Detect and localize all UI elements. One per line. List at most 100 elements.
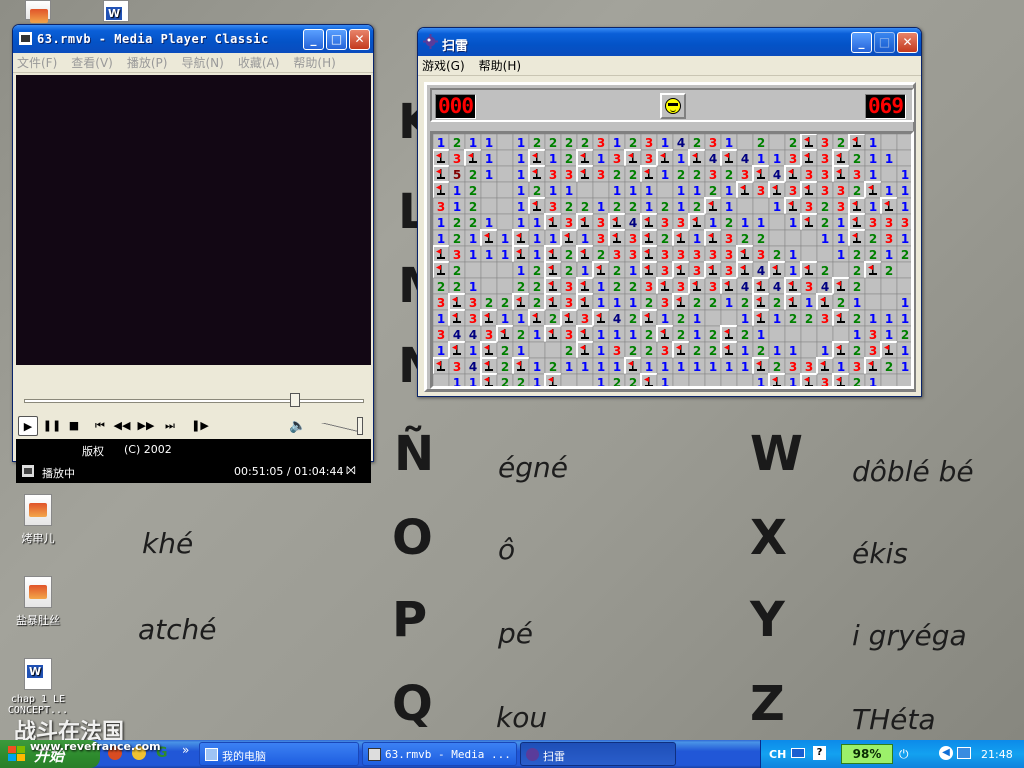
minefield-cell[interactable]: 1 — [512, 181, 530, 199]
minefield-cell[interactable]: 2 — [704, 325, 722, 343]
flagged-cell[interactable] — [640, 229, 658, 247]
flagged-cell[interactable] — [512, 357, 530, 375]
pause-button[interactable]: ❚❚ — [42, 416, 62, 436]
minefield-cell[interactable]: 2 — [608, 373, 626, 391]
minefield-cell[interactable]: 2 — [848, 277, 866, 295]
minefield-cell[interactable] — [832, 261, 850, 279]
minefield-grid[interactable]: 1 2 1 1 1 2 2 2 2 3 1 2 3 1 4 2 3 1 2 2 3 2 13 1 1 1 2 1 3 3 1 4 4 1 1 3 3 2 1… — [432, 133, 914, 391]
minefield-cell[interactable]: 1 — [528, 213, 546, 231]
minefield-cell[interactable]: 2 — [528, 133, 546, 151]
menu-help[interactable]: 帮助(H) — [293, 54, 335, 71]
minefield-cell[interactable]: 1 — [544, 149, 562, 167]
minefield-cell[interactable]: 1 — [512, 341, 530, 359]
minefield-cell[interactable] — [896, 261, 914, 279]
quicklaunch-more-icon[interactable]: » — [182, 743, 189, 757]
minefield-cell[interactable]: 1 — [528, 245, 546, 263]
flagged-cell[interactable] — [512, 245, 530, 263]
video-area[interactable] — [16, 75, 371, 365]
desktop-icon-top-2[interactable] — [74, 0, 158, 26]
minefield-cell[interactable]: 2 — [816, 261, 834, 279]
minefield-cell[interactable]: 3 — [688, 245, 706, 263]
minefield-cell[interactable]: 1 — [768, 309, 786, 327]
clock[interactable]: 21:48 — [981, 748, 1013, 761]
menu-help[interactable]: 帮助(H) — [479, 57, 521, 74]
flagged-cell[interactable] — [800, 213, 818, 231]
minefield-cell[interactable]: 3 — [448, 245, 466, 263]
minefield-cell[interactable] — [832, 325, 850, 343]
minefield-cell[interactable]: 1 — [592, 357, 610, 375]
minefield-cell[interactable]: 1 — [592, 373, 610, 391]
minefield-cell[interactable] — [576, 181, 594, 199]
minefield-cell[interactable]: 1 — [640, 181, 658, 199]
minefield-cell[interactable] — [496, 181, 514, 199]
minefield-cell[interactable] — [480, 277, 498, 295]
minefield-cell[interactable]: 1 — [608, 325, 626, 343]
minefield-cell[interactable]: 1 — [832, 245, 850, 263]
minefield-cell[interactable]: 3 — [560, 213, 578, 231]
minefield-cell[interactable]: 3 — [608, 341, 626, 359]
flagged-cell[interactable] — [544, 245, 562, 263]
minefield-cell[interactable]: 1 — [656, 165, 674, 183]
minefield[interactable]: 1211122223123142312232131112133144113321… — [430, 131, 914, 391]
flagged-cell[interactable] — [784, 165, 802, 183]
flagged-cell[interactable] — [704, 197, 722, 215]
desktop-icon-top-1[interactable] — [0, 0, 80, 24]
flagged-cell[interactable] — [832, 373, 850, 391]
minefield-cell[interactable]: 3 — [784, 149, 802, 167]
minefield-cell[interactable]: 1 — [880, 245, 898, 263]
minefield-cell[interactable] — [784, 325, 802, 343]
minefield-cell[interactable]: 2 — [896, 325, 914, 343]
minefield-cell[interactable]: 3 — [800, 357, 818, 375]
help-icon[interactable]: ? — [813, 746, 826, 760]
minefield-cell[interactable]: 3 — [816, 165, 834, 183]
minefield-cell[interactable]: 3 — [704, 277, 722, 295]
minefield-cell[interactable]: 1 — [576, 357, 594, 375]
minefield-cell[interactable]: 1 — [592, 293, 610, 311]
flagged-cell[interactable] — [864, 357, 882, 375]
flagged-cell[interactable] — [800, 181, 818, 199]
minefield-cell[interactable]: 3 — [432, 325, 450, 343]
minefield-cell[interactable]: 1 — [512, 133, 530, 151]
minefield-cell[interactable]: 2 — [672, 165, 690, 183]
minefield-cell[interactable]: 1 — [608, 357, 626, 375]
minefield-cell[interactable]: 1 — [448, 373, 466, 391]
minefield-cell[interactable]: 2 — [592, 245, 610, 263]
flagged-cell[interactable] — [608, 213, 626, 231]
minefield-cell[interactable]: 1 — [512, 213, 530, 231]
minefield-cell[interactable]: 1 — [464, 277, 482, 295]
close-button[interactable]: ✕ — [349, 29, 370, 50]
minefield-cell[interactable] — [736, 373, 754, 391]
minefield-cell[interactable]: 2 — [576, 133, 594, 151]
flagged-cell[interactable] — [752, 309, 770, 327]
minefield-cell[interactable]: 2 — [848, 309, 866, 327]
minefield-cell[interactable]: 1 — [864, 197, 882, 215]
minefield-cell[interactable]: 1 — [784, 245, 802, 263]
language-indicator[interactable]: CH — [769, 748, 786, 761]
minefield-cell[interactable]: 1 — [784, 373, 802, 391]
minefield-cell[interactable]: 2 — [608, 261, 626, 279]
minefield-cell[interactable]: 1 — [512, 165, 530, 183]
flagged-cell[interactable] — [640, 373, 658, 391]
flagged-cell[interactable] — [592, 309, 610, 327]
minefield-cell[interactable]: 2 — [848, 245, 866, 263]
flagged-cell[interactable] — [736, 261, 754, 279]
flagged-cell[interactable] — [576, 245, 594, 263]
flagged-cell[interactable] — [528, 165, 546, 183]
minefield-cell[interactable]: 2 — [848, 181, 866, 199]
minefield-cell[interactable]: 1 — [608, 293, 626, 311]
flagged-cell[interactable] — [432, 181, 450, 199]
minefield-cell[interactable]: 1 — [768, 197, 786, 215]
minefield-cell[interactable]: 3 — [432, 197, 450, 215]
flagged-cell[interactable] — [576, 293, 594, 311]
minefield-cell[interactable]: 2 — [624, 133, 642, 151]
minefield-cell[interactable]: 1 — [496, 309, 514, 327]
minefield-cell[interactable]: 1 — [688, 181, 706, 199]
flagged-cell[interactable] — [864, 261, 882, 279]
flagged-cell[interactable] — [560, 229, 578, 247]
task-media-player[interactable]: 63.rmvb - Media ... — [362, 742, 517, 766]
minefield-cell[interactable]: 1 — [896, 357, 914, 375]
minimize-button[interactable]: _ — [303, 29, 324, 50]
minefield-cell[interactable]: 2 — [528, 181, 546, 199]
network-icon[interactable] — [957, 747, 971, 759]
minefield-cell[interactable]: 1 — [576, 229, 594, 247]
